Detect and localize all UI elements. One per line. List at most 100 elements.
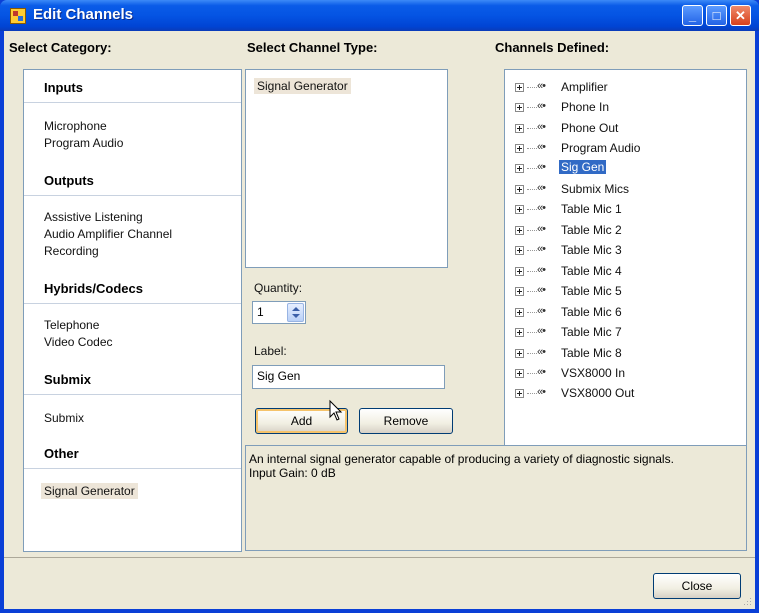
divider (24, 195, 241, 196)
minimize-button[interactable]: _ (682, 5, 703, 26)
tree-connector (527, 332, 537, 333)
divider (24, 102, 241, 103)
window-title: Edit Channels (33, 6, 134, 23)
tree-connector (527, 168, 537, 169)
maximize-button[interactable]: □ (706, 5, 727, 26)
tree-connector (527, 373, 537, 374)
dialog-client-area: Select Category: Select Channel Type: Ch… (4, 31, 755, 609)
category-heading: Hybrids/Codecs (44, 281, 143, 296)
speaker-icon: «• (537, 100, 546, 112)
category-item[interactable]: Assistive Listening (44, 210, 143, 224)
maximize-icon: □ (712, 8, 721, 23)
channel-name: Table Mic 4 (561, 264, 622, 278)
category-item[interactable]: Submix (44, 411, 84, 425)
speaker-icon: «• (537, 223, 546, 235)
speaker-icon: «• (537, 284, 546, 296)
expand-plus-icon[interactable] (515, 205, 524, 214)
category-item[interactable]: Program Audio (44, 136, 123, 150)
category-heading: Inputs (44, 80, 83, 95)
remove-button[interactable]: Remove (359, 408, 453, 434)
label-input[interactable]: Sig Gen (252, 365, 445, 389)
category-item[interactable]: Video Codec (44, 335, 113, 349)
channel-type-item[interactable]: Signal Generator (254, 78, 351, 94)
divider (24, 303, 241, 304)
tree-connector (527, 230, 537, 231)
speaker-icon: «• (537, 264, 546, 276)
channel-name: Table Mic 2 (561, 223, 622, 237)
channel-name: Table Mic 1 (561, 202, 622, 216)
tree-connector (527, 312, 537, 313)
input-gain-text: Input Gain: 0 dB (249, 466, 336, 480)
tree-connector (527, 250, 537, 251)
speaker-icon: «• (537, 346, 546, 358)
footer-divider (4, 557, 755, 558)
channel-name: Phone In (561, 100, 610, 114)
channel-type-list[interactable]: Signal Generator (245, 69, 448, 268)
label-input-value: Sig Gen (257, 369, 301, 383)
speaker-icon: «• (537, 243, 546, 255)
speaker-icon: «• (537, 305, 546, 317)
close-icon: ✕ (735, 8, 746, 23)
tree-connector (527, 209, 537, 210)
category-item-selected[interactable]: Signal Generator (41, 483, 138, 499)
select-category-header: Select Category: (9, 40, 112, 55)
expand-plus-icon[interactable] (515, 287, 524, 296)
tree-connector (527, 128, 537, 129)
speaker-icon: «• (537, 325, 546, 337)
channel-name: Program Audio (561, 141, 641, 155)
speaker-icon: «• (537, 121, 546, 133)
resize-grip-icon[interactable] (742, 596, 752, 606)
divider (24, 468, 241, 469)
category-item[interactable]: Telephone (44, 318, 99, 332)
expand-plus-icon[interactable] (515, 369, 524, 378)
quantity-stepper[interactable]: 1 (252, 301, 306, 324)
expand-plus-icon[interactable] (515, 124, 524, 133)
channel-name: Submix Mics (561, 182, 630, 196)
expand-plus-icon[interactable] (515, 83, 524, 92)
expand-plus-icon[interactable] (515, 185, 524, 194)
category-item[interactable]: Microphone (44, 119, 107, 133)
expand-plus-icon[interactable] (515, 349, 524, 358)
expand-plus-icon[interactable] (515, 328, 524, 337)
category-heading: Outputs (44, 173, 94, 188)
description-box: An internal signal generator capable of … (245, 445, 747, 551)
expand-plus-icon[interactable] (515, 164, 524, 173)
channel-name: Table Mic 3 (561, 243, 622, 257)
channel-name: Table Mic 7 (561, 325, 622, 339)
channel-name: Phone Out (561, 121, 619, 135)
app-icon (10, 8, 26, 24)
expand-plus-icon[interactable] (515, 267, 524, 276)
expand-plus-icon[interactable] (515, 389, 524, 398)
category-heading: Submix (44, 372, 91, 387)
category-item[interactable]: Recording (44, 244, 99, 258)
tree-connector (527, 393, 537, 394)
channel-name: Table Mic 8 (561, 346, 622, 360)
expand-plus-icon[interactable] (515, 308, 524, 317)
channel-name: VSX8000 In (561, 366, 626, 380)
divider (24, 394, 241, 395)
channel-name: Table Mic 6 (561, 305, 622, 319)
expand-plus-icon[interactable] (515, 226, 524, 235)
speaker-icon: «• (537, 202, 546, 214)
expand-plus-icon[interactable] (515, 103, 524, 112)
tree-connector (527, 271, 537, 272)
category-list[interactable]: Inputs Microphone Program Audio Outputs … (23, 69, 242, 552)
tree-connector (527, 107, 537, 108)
quantity-label: Quantity: (254, 281, 303, 295)
title-bar[interactable]: Edit Channels _ □ ✕ (0, 0, 759, 31)
channel-name: Sig Gen (559, 160, 607, 174)
tree-connector (527, 291, 537, 292)
speaker-icon: «• (537, 141, 546, 153)
close-window-button[interactable]: ✕ (730, 5, 751, 26)
expand-plus-icon[interactable] (515, 246, 524, 255)
select-channel-type-header: Select Channel Type: (247, 40, 378, 55)
speaker-icon: «• (537, 366, 546, 378)
channels-defined-tree[interactable]: «• Amplifier «• Phone In «• Phone Out «• Pro… (504, 69, 747, 471)
category-item[interactable]: Audio Amplifier Channel (44, 227, 172, 241)
close-button[interactable]: Close (653, 573, 741, 599)
expand-plus-icon[interactable] (515, 144, 524, 153)
minimize-icon: _ (688, 8, 697, 23)
spinner-arrows-icon[interactable] (287, 303, 304, 322)
quantity-value: 1 (257, 305, 264, 319)
tree-connector (527, 189, 537, 190)
